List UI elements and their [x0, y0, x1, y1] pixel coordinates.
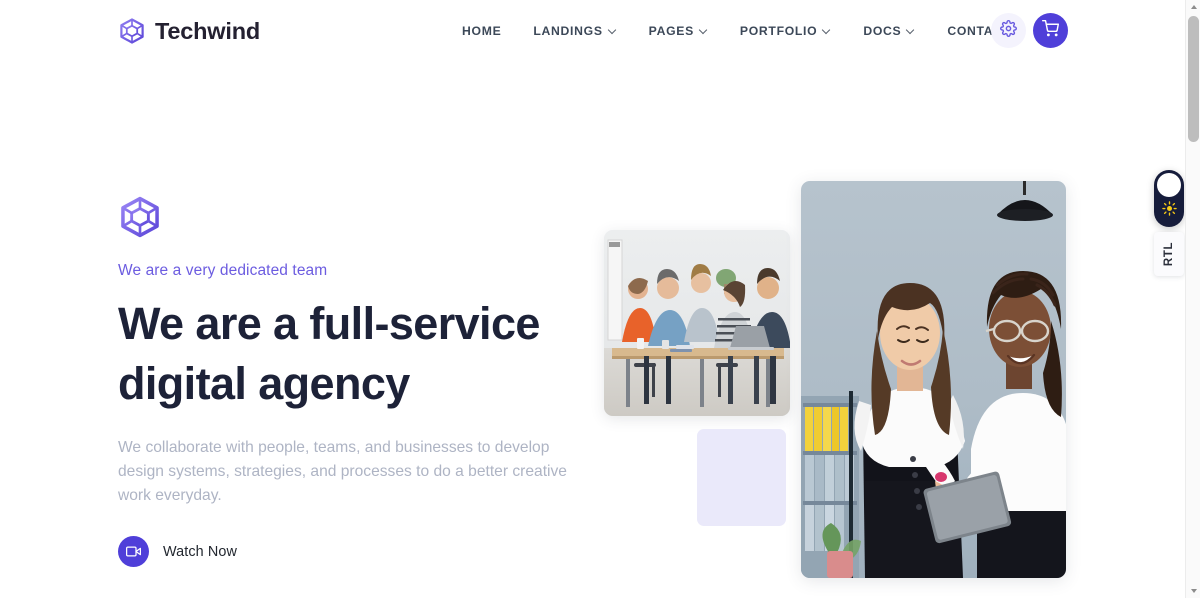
hero-image-team-collaboration — [604, 230, 790, 416]
nav-item-pages[interactable]: PAGES — [633, 24, 724, 38]
scroll-up-arrow-icon[interactable] — [1186, 0, 1200, 14]
vertical-scrollbar[interactable] — [1185, 0, 1200, 598]
cart-button[interactable] — [1033, 13, 1068, 48]
header-actions — [991, 13, 1068, 48]
rtl-toggle-button[interactable]: RTL — [1154, 232, 1184, 276]
gear-icon — [1000, 19, 1017, 42]
hero-image-placeholder — [697, 429, 786, 526]
nav-label: DOCS — [863, 24, 902, 38]
scrollbar-thumb[interactable] — [1188, 16, 1199, 142]
hero-techwind-hexagon-cube-logo-icon — [118, 196, 588, 238]
brand-name: Techwind — [155, 17, 261, 44]
nav-item-portfolio[interactable]: PORTFOLIO — [724, 24, 847, 38]
primary-navigation: HOME LANDINGS PAGES PORTFOLIO DOCS CONTA… — [446, 24, 1027, 38]
techwind-hexagon-cube-logo-icon — [118, 18, 146, 44]
toggle-knob — [1157, 173, 1181, 197]
hero-content: We are a very dedicated team We are a fu… — [118, 196, 588, 567]
nav-label: PORTFOLIO — [739, 24, 818, 38]
nav-item-landings[interactable]: LANDINGS — [517, 24, 632, 38]
hero-eyebrow: We are a very dedicated team — [118, 262, 328, 279]
nav-label: PAGES — [648, 24, 694, 38]
watch-now-button[interactable]: Watch Now — [118, 536, 237, 567]
site-header: Techwind HOME LANDINGS PAGES PORTFOLIO D… — [0, 0, 1185, 62]
video-camera-icon — [118, 536, 149, 567]
rtl-label: RTL — [1163, 241, 1175, 267]
page-root: Techwind HOME LANDINGS PAGES PORTFOLIO D… — [0, 0, 1200, 598]
hero-description: We collaborate with people, teams, and b… — [118, 439, 567, 504]
shopping-cart-icon — [1042, 19, 1059, 42]
chevron-down-icon — [700, 26, 708, 34]
chevron-down-icon — [907, 26, 915, 34]
chevron-down-icon — [823, 26, 831, 34]
watch-now-label: Watch Now — [163, 543, 237, 560]
nav-label: LANDINGS — [533, 24, 603, 38]
page-title: We are a full-service digital agency — [118, 298, 540, 409]
chevron-down-icon — [609, 26, 617, 34]
scroll-down-arrow-icon[interactable] — [1186, 584, 1200, 598]
nav-item-docs[interactable]: DOCS — [847, 24, 931, 38]
dark-light-mode-toggle[interactable] — [1154, 170, 1184, 227]
sun-icon — [1161, 201, 1177, 221]
hero-image-women-with-tablet — [801, 181, 1066, 578]
nav-label: HOME — [462, 24, 502, 38]
brand-logo-link[interactable]: Techwind — [118, 18, 260, 45]
nav-item-home[interactable]: HOME — [446, 24, 517, 38]
settings-button[interactable] — [991, 13, 1026, 48]
